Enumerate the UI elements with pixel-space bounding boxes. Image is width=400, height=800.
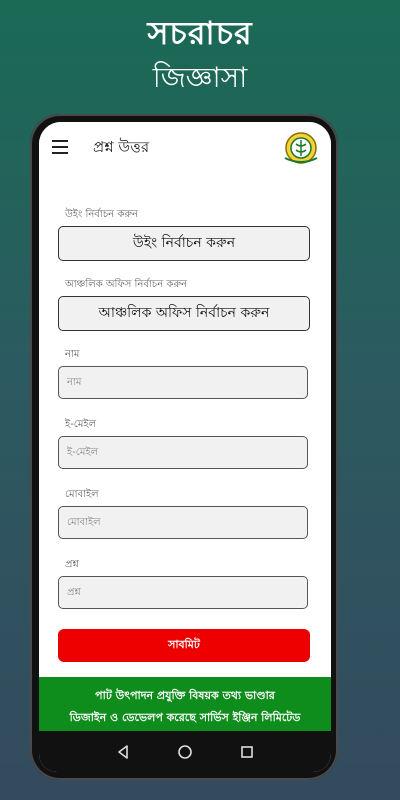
promo-subtitle: জিজ্ঞাসা bbox=[152, 61, 248, 94]
office-select[interactable]: আঞ্চলিক অফিস নির্বাচন করুন bbox=[58, 296, 310, 331]
question-input[interactable] bbox=[58, 576, 308, 609]
page-title: প্রশ্ন উত্তর bbox=[93, 138, 150, 156]
home-icon[interactable] bbox=[176, 743, 194, 761]
footer-line-1: পাট উৎপাদন প্রযুক্তি বিষয়ক তথ্য ভাণ্ডার bbox=[95, 689, 275, 702]
email-input[interactable] bbox=[58, 436, 308, 469]
name-label: নাম bbox=[65, 349, 80, 360]
name-input[interactable] bbox=[58, 366, 308, 399]
mobile-input[interactable] bbox=[58, 506, 308, 539]
app-screen: প্রশ্ন উত্তর উইং নির্বাচন করুন উইং নির্ব… bbox=[39, 122, 331, 772]
mobile-label: মোবাইল bbox=[65, 489, 99, 500]
promo-title: সচরাচর bbox=[147, 14, 253, 52]
email-label: ই-মেইল bbox=[65, 419, 97, 430]
footer-line-2: ডিজাইন ও ডেভেলপ করেছে সার্ভিস ইঞ্জিন লিম… bbox=[69, 711, 301, 724]
footer-banner: পাট উৎপাদন প্রযুক্তি বিষয়ক তথ্য ভাণ্ডার… bbox=[39, 677, 331, 731]
wing-label: উইং নির্বাচন করুন bbox=[65, 209, 138, 220]
form-area: উইং নির্বাচন করুন উইং নির্বাচন করুন আঞ্চ… bbox=[39, 174, 331, 694]
system-nav-bar bbox=[39, 731, 331, 772]
office-label: আঞ্চলিক অফিস নির্বাচন করুন bbox=[65, 279, 187, 290]
back-icon[interactable] bbox=[114, 743, 132, 761]
app-bar: প্রশ্ন উত্তর bbox=[39, 122, 331, 174]
wing-select[interactable]: উইং নির্বাচন করুন bbox=[58, 226, 310, 261]
question-label: প্রশ্ন bbox=[65, 559, 79, 570]
hamburger-menu-icon[interactable] bbox=[52, 140, 68, 154]
recents-icon[interactable] bbox=[238, 743, 256, 761]
submit-button[interactable]: সাবমিট bbox=[58, 629, 310, 662]
organization-logo-icon bbox=[284, 132, 318, 164]
